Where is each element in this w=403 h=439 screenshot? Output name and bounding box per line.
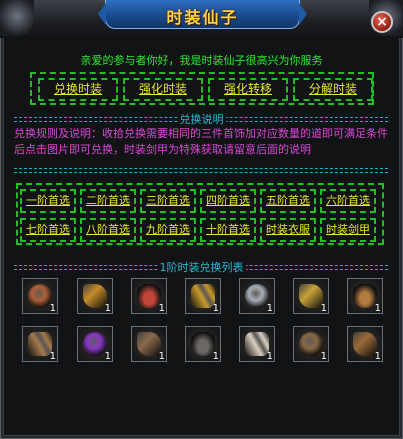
services-box: 兑换时装 强化时装 强化转移 分解时装: [30, 72, 374, 105]
silver-gauntlet-icon: [245, 284, 269, 308]
fashion-clothes-button[interactable]: 时装衣服: [260, 218, 316, 242]
service-enhance-button[interactable]: 强化时装: [123, 78, 203, 101]
item-count: 1: [266, 351, 273, 362]
service-decompose-button[interactable]: 分解时装: [293, 78, 373, 101]
item-count: 1: [212, 351, 219, 362]
dark-amulet-icon: [191, 332, 215, 356]
spiked-helmet-icon: [28, 284, 52, 308]
window-title: 时装仙子: [166, 8, 239, 27]
item-slot[interactable]: 1: [77, 278, 113, 314]
horned-mask-icon: [83, 284, 107, 308]
items-section-title: 1阶时装兑换列表: [157, 261, 246, 274]
item-count: 1: [158, 303, 165, 314]
gold-bracelet-icon: [299, 284, 323, 308]
close-icon: ×: [376, 14, 388, 30]
horn-icon: [245, 332, 269, 356]
tier-5-button[interactable]: 五阶首选: [260, 189, 316, 213]
item-count: 1: [374, 303, 381, 314]
tier-9-button[interactable]: 九阶首选: [140, 218, 196, 242]
rules-section-title: 兑换说明: [177, 113, 226, 126]
tier-6-button[interactable]: 六阶首选: [320, 189, 376, 213]
item-slot[interactable]: 1: [22, 326, 58, 362]
service-exchange-button[interactable]: 兑换时装: [38, 78, 118, 101]
items-section-header: 1阶时装兑换列表: [0, 259, 403, 275]
item-count: 1: [320, 303, 327, 314]
item-slot[interactable]: 1: [347, 326, 383, 362]
fashion-armor-button[interactable]: 时装剑甲: [320, 218, 376, 242]
purple-pendant-icon: [83, 332, 107, 356]
tiers-divider: [14, 168, 388, 173]
tier-2-button[interactable]: 二阶首选: [80, 189, 136, 213]
item-slot[interactable]: 1: [22, 278, 58, 314]
title-plate: 时装仙子: [98, 0, 307, 29]
window-header: 时装仙子 ×: [0, 0, 403, 38]
bronze-ring-icon: [299, 332, 323, 356]
leather-glove-icon: [28, 332, 52, 356]
item-count: 1: [49, 351, 56, 362]
item-slot[interactable]: 1: [293, 278, 329, 314]
item-slot[interactable]: 1: [239, 326, 275, 362]
item-count: 1: [49, 303, 56, 314]
item-count: 1: [104, 303, 111, 314]
tier-4-button[interactable]: 四阶首选: [200, 189, 256, 213]
rune-cloth-icon: [353, 284, 377, 308]
item-slot[interactable]: 1: [185, 278, 221, 314]
item-slot[interactable]: 1: [131, 326, 167, 362]
boots-icon: [353, 332, 377, 356]
tier-3-button[interactable]: 三阶首选: [140, 189, 196, 213]
item-slot[interactable]: 1: [185, 326, 221, 362]
corner-ornament-left-icon: [0, 0, 34, 36]
tier-7-button[interactable]: 七阶首选: [20, 218, 76, 242]
item-count: 1: [266, 303, 273, 314]
item-count: 1: [158, 351, 165, 362]
tier-1-button[interactable]: 一阶首选: [20, 189, 76, 213]
item-slot[interactable]: 1: [77, 326, 113, 362]
service-transfer-button[interactable]: 强化转移: [208, 78, 288, 101]
tier-8-button[interactable]: 八阶首选: [80, 218, 136, 242]
item-slot[interactable]: 1: [131, 278, 167, 314]
rules-description: 兑换规则及说明：收拾兑换需要相同的三件首饰加对应数量的道即可满足条件后点击图片即…: [14, 127, 388, 156]
tier-10-button[interactable]: 十阶首选: [200, 218, 256, 242]
item-slot[interactable]: 1: [347, 278, 383, 314]
close-button[interactable]: ×: [371, 11, 393, 33]
item-count: 1: [320, 351, 327, 362]
amulet-icon: [137, 284, 161, 308]
brown-bracer-icon: [137, 332, 161, 356]
tier-grid: 一阶首选 二阶首选 三阶首选 四阶首选 五阶首选 六阶首选 七阶首选 八阶首选 …: [16, 183, 384, 245]
item-count: 1: [104, 351, 111, 362]
item-count: 1: [212, 303, 219, 314]
greeting-text: 亲爱的参与者你好，我是时装仙子很高兴为你服务: [80, 54, 323, 67]
item-count: 1: [374, 351, 381, 362]
item-slot[interactable]: 1: [293, 326, 329, 362]
item-slot[interactable]: 1: [239, 278, 275, 314]
rules-section-header: 兑换说明: [0, 111, 403, 127]
gold-bracer-icon: [191, 284, 215, 308]
